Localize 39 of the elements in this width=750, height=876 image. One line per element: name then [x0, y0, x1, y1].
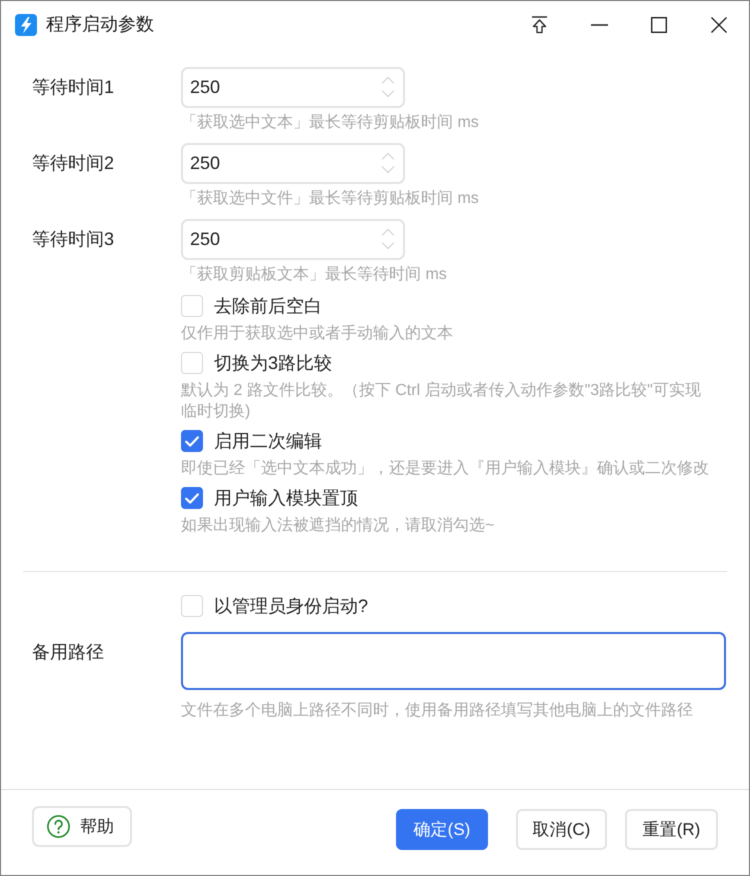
checkbox[interactable] [181, 487, 203, 509]
checkbox-label: 用户输入模块置顶 [214, 486, 358, 510]
option-hint: 即使已经「选中文本成功」，还是要进入『用户输入模块』确认或二次修改 [181, 458, 710, 479]
field-label: 备用路径 [32, 642, 104, 662]
field-label: 等待时间2 [32, 153, 114, 173]
arrow-up-to-line-icon[interactable] [530, 16, 548, 34]
option-hint: 仅作用于获取选中或者手动输入的文本 [181, 324, 454, 344]
help-icon [47, 815, 70, 838]
app-lightning-icon [15, 14, 37, 36]
field-label: 等待时间3 [32, 229, 114, 249]
field-label: 等待时间1 [32, 77, 114, 97]
checkmark-icon [185, 492, 199, 504]
minimize-icon[interactable] [590, 24, 608, 26]
maximize-icon[interactable] [651, 16, 667, 32]
option-hint: 如果出现输入法被遮挡的情况，请取消勾选~ [181, 516, 496, 536]
field-hint: 「获取选中文本」最长等待剪贴板时间 ms [181, 112, 479, 133]
number-field[interactable]: 250 [181, 219, 405, 260]
path-input-field[interactable] [181, 632, 726, 690]
field-hint: 「获取剪贴板文本」最长等待时间 ms [181, 264, 447, 285]
checkbox-label: 切换为3路比较 [214, 352, 332, 374]
checkbox[interactable] [181, 430, 203, 452]
checkbox-label: 启用二次编辑 [214, 430, 322, 452]
checkbox-label: 以管理员身份启动? [214, 594, 368, 618]
field-hint: 「获取选中文件」最长等待剪贴板时间 ms [181, 188, 479, 209]
confirm-button[interactable]: 确定(S) [396, 809, 488, 850]
window-title: 程序启动参数 [46, 13, 154, 36]
up-down-chevron-icon [381, 227, 395, 251]
number-field[interactable]: 250 [181, 143, 405, 184]
help-button[interactable]: 帮助 [32, 806, 132, 847]
number-field[interactable]: 250 [181, 67, 405, 108]
dialog-button[interactable]: 重置(R) [625, 809, 718, 850]
up-down-chevron-icon [381, 151, 395, 175]
option-hint: 默认为 2 路文件比较。（按下 Ctrl 启动或者传入动作参数"3路比较"可实现临时切换) [181, 380, 702, 422]
field-hint: 文件在多个电脑上路径不同时，使用备用路径填写其他电脑上的文件路径 [181, 700, 694, 721]
dialog-button[interactable]: 取消(C) [516, 809, 607, 850]
up-down-chevron-icon [381, 75, 395, 99]
checkbox-label: 去除前后空白 [214, 294, 322, 318]
checkmark-icon [185, 436, 199, 446]
close-icon[interactable] [711, 16, 727, 32]
